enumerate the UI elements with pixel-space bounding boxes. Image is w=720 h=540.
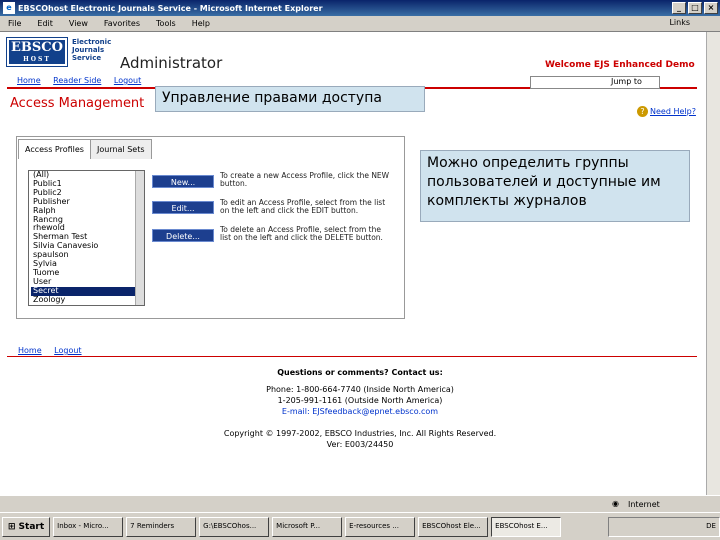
logo-main-text: EBSCO (11, 40, 63, 55)
logo-caption-line: Service (72, 54, 102, 62)
start-label: Start (18, 521, 45, 532)
footer-links: Home Logout (18, 346, 92, 355)
need-help-label: Need Help? (650, 107, 696, 116)
contact-phone-2: 1-205-991-1161 (Outside North America) (277, 396, 443, 405)
page-title: Access Management (10, 96, 145, 111)
minimize-button[interactable]: _ (672, 2, 686, 14)
taskbar: ⊞ Start Inbox - Micro... 7 Reminders G:\E… (0, 512, 720, 540)
status-zone: Internet (628, 500, 660, 509)
menu-tools[interactable]: Tools (156, 19, 176, 28)
task-ebscohost-2[interactable]: EBSCOhost E... (491, 516, 562, 537)
contact-heading: Questions or comments? Contact us: (277, 368, 443, 377)
overlay-groups-ru: Можно определить группы пользователей и … (420, 150, 690, 222)
ie-icon: e (3, 2, 15, 14)
contact-phone-1: Phone: 1-800-664-7740 (Inside North Amer… (266, 385, 454, 394)
task-e-resources[interactable]: E-resources ... (345, 516, 416, 537)
menu-edit[interactable]: Edit (37, 19, 53, 28)
task-explorer-folder[interactable]: G:\EBSCOhos... (199, 516, 270, 537)
overlay-title-ru: Управление правами доступа (155, 86, 425, 112)
administrator-title: Administrator (120, 54, 223, 72)
nav-home-link[interactable]: Home (17, 76, 41, 85)
contact-email-link[interactable]: E-mail: EJSfeedback@epnet.ebsco.com (150, 407, 570, 416)
nav-logout-link[interactable]: Logout (114, 76, 141, 85)
page-scrollbar[interactable] (706, 32, 720, 495)
edit-description: To edit an Access Profile, select from t… (220, 198, 386, 215)
logo-caption-line: Journals (72, 46, 105, 54)
new-button[interactable]: New... (152, 175, 214, 188)
footer-logout-link[interactable]: Logout (54, 346, 81, 355)
language-indicator[interactable]: DE (706, 522, 716, 530)
logo-sub-text: HOST (23, 56, 51, 63)
nav-reader-side-link[interactable]: Reader Side (53, 76, 101, 85)
windows-logo-icon: ⊞ (8, 521, 16, 532)
copyright-text: Copyright © 1997-2002, EBSCO Industries,… (223, 429, 497, 438)
menu-file[interactable]: File (8, 19, 21, 28)
logo-caption: Electronic Journals Service (72, 38, 111, 62)
menu-favorites[interactable]: Favorites (104, 19, 140, 28)
edit-button[interactable]: Edit... (152, 201, 214, 214)
task-ebscohost-1[interactable]: EBSCOhost Ele... (418, 516, 489, 537)
menu-bar: File Edit View Favorites Tools Help Link… (0, 16, 720, 32)
footer-divider (7, 356, 697, 357)
profile-list-item[interactable]: Zoology (31, 295, 144, 305)
title-bar: e EBSCOhost Electronic Journals Service … (0, 0, 720, 16)
task-outlook[interactable]: Inbox - Micro... (53, 516, 124, 537)
links-toolbar[interactable]: Links (669, 18, 690, 27)
task-powerpoint[interactable]: Microsoft P... (272, 516, 343, 537)
help-icon: ? (637, 106, 648, 117)
menu-view[interactable]: View (69, 19, 88, 28)
start-button[interactable]: ⊞ Start (2, 516, 51, 537)
task-reminders[interactable]: 7 Reminders (126, 516, 197, 537)
welcome-text: Welcome EJS Enhanced Demo (545, 60, 695, 70)
new-description: To create a new Access Profile, click th… (220, 171, 390, 188)
close-button[interactable]: × (704, 2, 718, 14)
version-text: Ver: E003/24450 (326, 440, 394, 449)
tab-access-profiles[interactable]: Access Profiles (18, 139, 91, 159)
jump-to-select[interactable]: Jump to (530, 76, 660, 89)
system-tray: DE (608, 516, 720, 537)
delete-description: To delete an Access Profile, select from… (220, 225, 383, 242)
status-bar: ◉ Internet (0, 495, 720, 512)
footer-home-link[interactable]: Home (18, 346, 42, 355)
globe-icon: ◉ (612, 499, 619, 508)
tab-journal-sets[interactable]: Journal Sets (90, 139, 152, 159)
window-title: EBSCOhost Electronic Journals Service - … (18, 3, 323, 13)
profiles-listbox[interactable]: (All) Public1 Public2 Publisher Ralph Rancng r… (28, 170, 145, 306)
need-help-link[interactable]: ? Need Help? (637, 106, 696, 117)
delete-button[interactable]: Delete... (152, 229, 214, 242)
ebsco-logo[interactable]: EBSCO HOST (6, 37, 68, 67)
menu-help[interactable]: Help (192, 19, 210, 28)
logo-caption-line: Electronic (72, 38, 112, 46)
maximize-button[interactable]: □ (688, 2, 702, 14)
listbox-scrollbar[interactable] (135, 171, 144, 305)
